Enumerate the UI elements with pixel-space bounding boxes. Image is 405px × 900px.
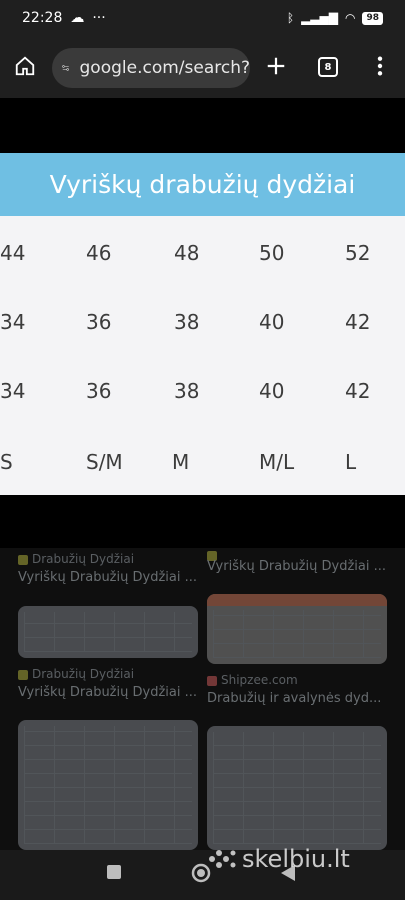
result-thumbnail[interactable] [18,720,198,850]
result-source-label: Shipzee.com [221,673,298,687]
size-cell: S/M [86,450,123,474]
plus-icon [267,57,285,75]
square-icon [107,865,121,879]
dimmed-results-area: Drabužių Dydžiai Vyriškų Drabužių Dydžia… [0,548,405,850]
size-row: 34 36 38 40 42 [0,310,405,340]
size-cell: 42 [345,379,371,403]
new-tab-button[interactable] [265,55,287,77]
browser-toolbar: google.com/search? 8 [0,36,405,98]
recents-button[interactable] [106,864,122,884]
wifi-icon: ◠ [344,11,356,25]
result-source: Shipzee.com [207,673,298,687]
size-cell: 38 [174,310,200,334]
size-row: 34 36 38 40 42 [0,379,405,409]
result-thumbnail[interactable] [207,726,387,850]
size-cell: 44 [0,241,26,265]
result-source-label: Drabužių Dydžiai [32,667,135,681]
status-bar: 22:28 ☁ ··· ᛒ ▂▃▅▇ ◠ 98 [0,0,405,36]
favicon-icon [18,554,28,565]
size-cell: 36 [86,310,112,334]
size-cell: 52 [345,241,371,265]
battery-indicator: 98 [362,11,383,25]
result-title[interactable]: Drabužių ir avalynės dyd... [207,691,389,706]
size-cell: 34 [0,379,26,403]
skelbiu-watermark: skelbiu.lt [208,845,350,873]
site-settings-icon[interactable] [62,60,70,76]
address-bar[interactable]: google.com/search? [52,48,250,88]
size-cell: M [172,450,190,474]
result-source: Drabužių Dydžiai [18,552,134,566]
home-button[interactable] [14,55,36,77]
result-thumbnail[interactable] [18,606,198,658]
tab-switcher-button[interactable]: 8 [318,57,338,77]
home-icon [15,56,35,76]
size-cell: S [0,450,13,474]
dots-logo-icon [209,850,236,868]
size-cell: 40 [259,310,285,334]
result-title[interactable]: Vyriškų Drabužių Dydžiai ... [18,685,198,700]
result-title[interactable]: Vyriškų Drabužių Dydžiai ... [207,559,389,574]
menu-button[interactable] [370,55,390,77]
size-cell: 50 [259,241,285,265]
size-cell: 40 [259,379,285,403]
bluetooth-icon: ᛒ [286,11,295,25]
result-thumbnail[interactable] [207,594,387,664]
size-cell: M/L [259,450,295,474]
more-notifications-icon: ··· [92,10,106,26]
size-row: 44 46 48 50 52 [0,241,405,271]
size-chart-image[interactable]: Vyriškų drabužių dydžiai 44 46 48 50 52 … [0,153,405,495]
size-cell: 38 [174,379,200,403]
size-cell: 48 [174,241,200,265]
size-cell: 36 [86,379,112,403]
cloud-icon: ☁ [70,10,85,26]
size-cell: L [345,450,357,474]
signal-icon: ▂▃▅▇ [301,11,338,25]
url-text: google.com/search? [79,58,251,78]
result-source-label: Drabužių Dydžiai [32,552,135,566]
size-cell: 46 [86,241,112,265]
result-title[interactable]: Vyriškų Drabužių Dydžiai ... [18,570,198,585]
tab-count: 8 [318,57,338,77]
result-source: Drabužių Dydžiai [18,667,134,681]
size-row: S S/M M M/L L [0,450,405,480]
size-cell: 34 [0,310,26,334]
clock: 22:28 [22,10,63,26]
watermark-text: skelbiu.lt [242,845,350,873]
size-cell: 42 [345,310,371,334]
favicon-icon [18,669,28,680]
more-vert-icon [377,56,383,76]
page-content: Vyriškų drabužių dydžiai 44 46 48 50 52 … [0,98,405,850]
chart-title: Vyriškų drabužių dydžiai [0,153,405,216]
favicon-icon [207,675,217,686]
